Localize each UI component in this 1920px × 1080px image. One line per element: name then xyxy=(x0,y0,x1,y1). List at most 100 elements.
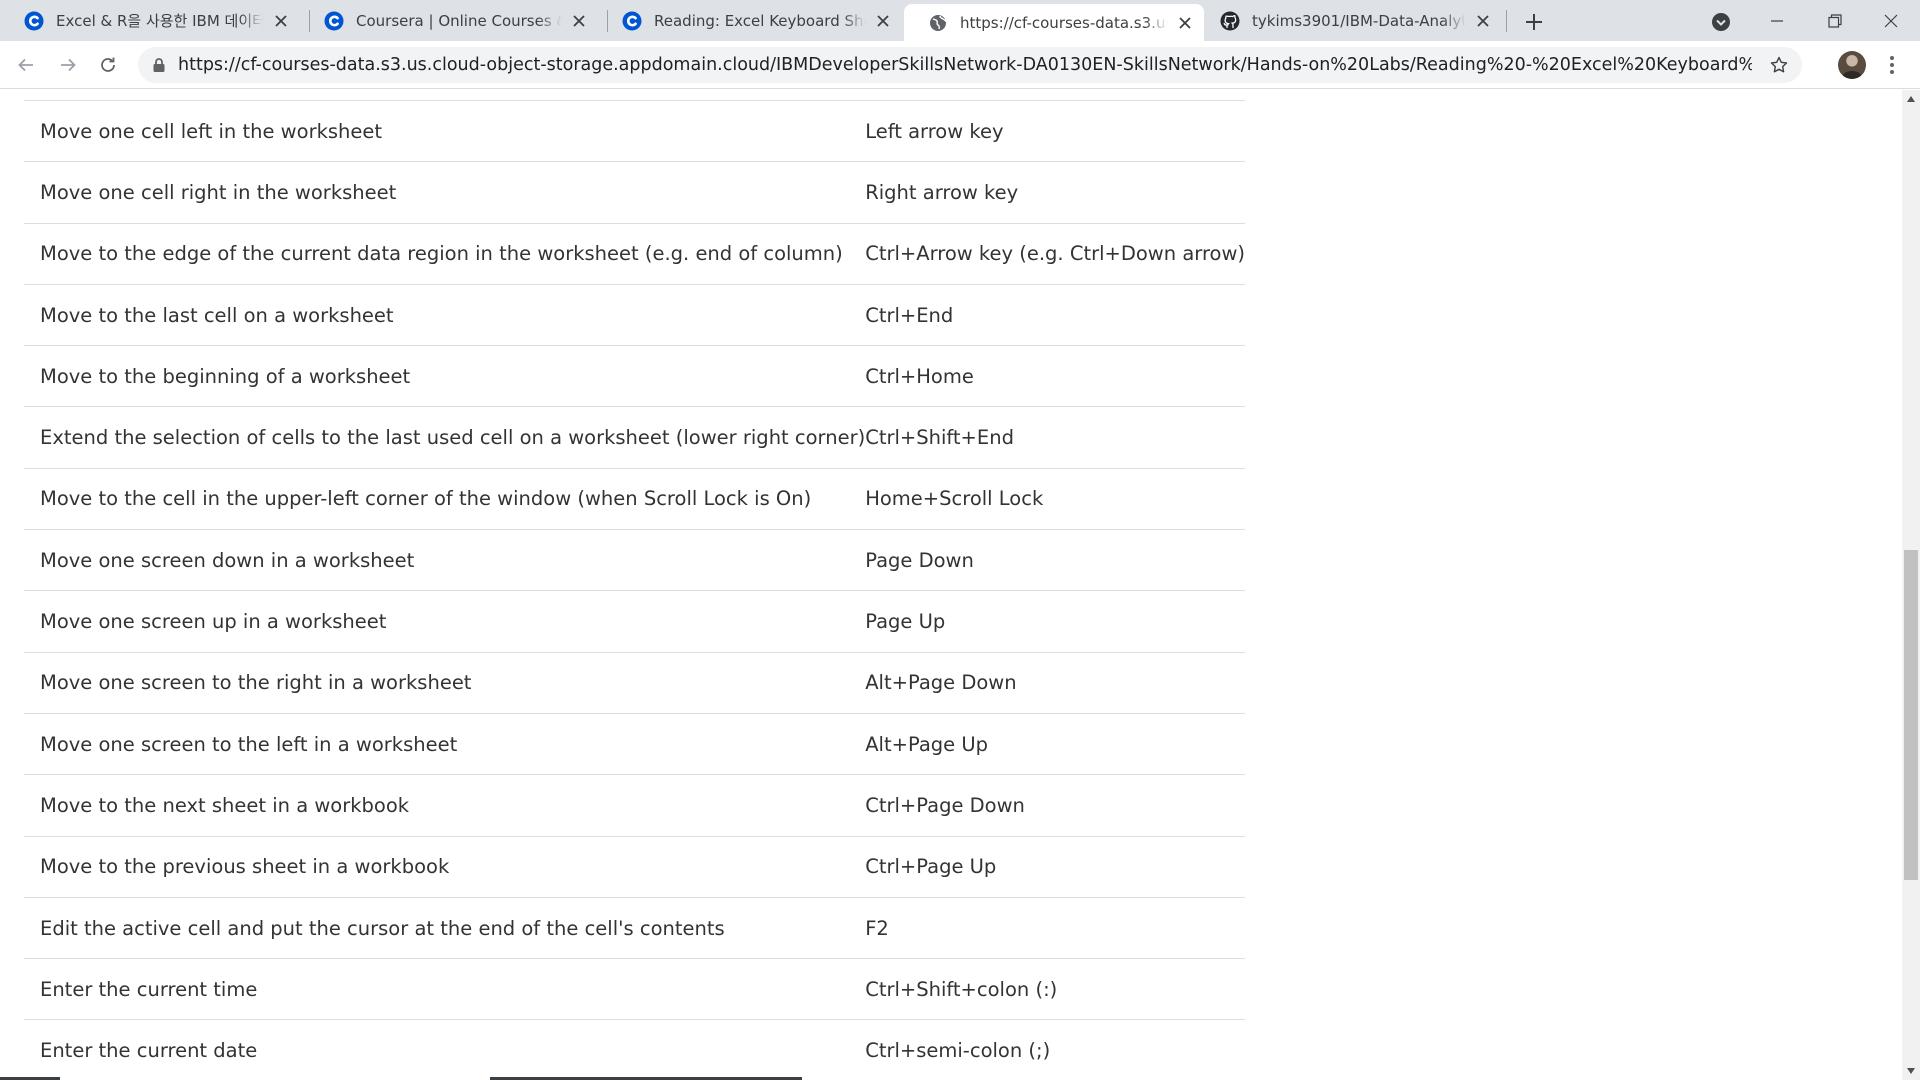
close-icon[interactable] xyxy=(1474,12,1492,30)
scroll-down-button[interactable] xyxy=(1902,1062,1920,1080)
arrow-left-icon xyxy=(18,58,33,72)
scroll-up-button[interactable] xyxy=(1902,90,1920,108)
coursera-icon xyxy=(24,11,44,31)
tab-github-repo[interactable]: tykims3901/IBM-Data-Analytics xyxy=(1196,0,1502,41)
tab-reading-excel-shortcuts[interactable]: Reading: Excel Keyboard Shortcuts xyxy=(598,0,902,41)
table-row: Move one screen down in a worksheet Page … xyxy=(24,529,1246,591)
table-row: Edit the active cell and put the cursor … xyxy=(24,896,1246,959)
shortcut-action: Move one screen to the right in a worksh… xyxy=(24,651,866,714)
table-row: Move one cell left in the worksheet Left … xyxy=(24,99,1246,162)
shortcut-keys: Ctrl+Shift+End xyxy=(865,406,1246,469)
table-row: Enter the current time Ctrl+Shift+colon (… xyxy=(24,958,1246,1020)
shortcut-keys: Alt+Page Down xyxy=(865,651,1246,714)
close-icon xyxy=(1884,14,1898,27)
tab-title: Coursera | Online Courses & Credentials xyxy=(356,11,562,30)
shortcut-keys: Ctrl+End xyxy=(865,283,1246,346)
table-row: Move to the last cell on a worksheet Ctrl… xyxy=(24,283,1246,346)
triangle-up-icon xyxy=(1907,96,1915,102)
shortcut-keys: Ctrl+Page Down xyxy=(865,774,1246,837)
tab-title: https://cf-courses-data.s3.us.cloud-obje… xyxy=(960,13,1168,32)
shortcut-keys: Alt+Page Up xyxy=(865,712,1246,775)
address-bar[interactable]: https://cf-courses-data.s3.us.cloud-obje… xyxy=(138,47,1802,83)
new-tab-button[interactable] xyxy=(1520,8,1548,36)
tab-title: Excel & R을 사용한 IBM 데이터 xyxy=(56,10,264,31)
shortcut-action: Extend the selection of cells to the las… xyxy=(24,406,866,469)
table-row: Move to the beginning of a worksheet Ctrl… xyxy=(24,345,1246,407)
vertical-scrollbar[interactable] xyxy=(1902,90,1920,1080)
globe-icon xyxy=(928,13,948,33)
shortcut-keys: Ctrl+Arrow key (e.g. Ctrl+Down arrow) xyxy=(865,222,1246,285)
page-content: Move one cell left in the worksheet Left … xyxy=(0,90,1902,1080)
shortcut-action: Move to the next sheet in a workbook xyxy=(24,774,866,837)
browser-menu-button[interactable] xyxy=(1880,53,1904,77)
forward-button[interactable] xyxy=(54,51,82,79)
browser-tab-strip: Excel & R을 사용한 IBM 데이터 Coursera | Online… xyxy=(0,0,1920,41)
triangle-down-icon xyxy=(1907,1068,1915,1074)
shortcut-action: Move to the last cell on a worksheet xyxy=(24,283,866,346)
close-window-button[interactable] xyxy=(1862,0,1920,41)
shortcut-action: Move to the beginning of a worksheet xyxy=(24,345,866,407)
tab-coursera[interactable]: Coursera | Online Courses & Credentials xyxy=(300,0,598,41)
shortcut-keys: Home+Scroll Lock xyxy=(865,467,1246,530)
kebab-menu-icon xyxy=(1890,56,1894,60)
close-icon[interactable] xyxy=(874,12,892,30)
profile-avatar[interactable] xyxy=(1838,51,1866,79)
minimize-icon xyxy=(1771,19,1783,22)
shortcut-action: Move one cell right in the worksheet xyxy=(24,161,866,224)
url-text[interactable]: https://cf-courses-data.s3.us.cloud-obje… xyxy=(178,47,1752,83)
shortcut-keys: F2 xyxy=(865,896,1246,959)
minimize-button[interactable] xyxy=(1748,0,1806,41)
table-row: Move to the previous sheet in a workbook… xyxy=(24,835,1246,898)
shortcut-action: Move to the edge of the current data reg… xyxy=(24,222,866,285)
table-row: Move one screen to the right in a worksh… xyxy=(24,651,1246,714)
lock-icon xyxy=(153,58,165,72)
shortcuts-table: Move one cell left in the worksheet Left … xyxy=(24,99,1246,1080)
shortcut-action: Enter the current date xyxy=(24,1019,866,1080)
shortcut-action: Move to the previous sheet in a workbook xyxy=(24,835,866,898)
table-row: Move to the cell in the upper-left corne… xyxy=(24,467,1246,530)
shortcut-keys: Ctrl+Home xyxy=(865,345,1246,407)
browser-toolbar: https://cf-courses-data.s3.us.cloud-obje… xyxy=(0,41,1920,89)
tab-cf-courses-data[interactable]: https://cf-courses-data.s3.us.cloud-obje… xyxy=(904,4,1204,41)
restore-icon xyxy=(1828,13,1842,28)
scrollbar-thumb[interactable] xyxy=(1904,550,1918,880)
chevron-down-icon xyxy=(1712,13,1730,31)
tab-search-button[interactable] xyxy=(1708,9,1734,35)
close-icon[interactable] xyxy=(570,12,588,30)
table-row: Move one screen up in a worksheet Page Up xyxy=(24,590,1246,653)
restore-button[interactable] xyxy=(1806,0,1864,41)
tab-title: Reading: Excel Keyboard Shortcuts xyxy=(654,11,866,30)
shortcut-action: Move one screen up in a worksheet xyxy=(24,590,866,653)
table-row: Move to the edge of the current data reg… xyxy=(24,222,1246,285)
shortcut-keys: Right arrow key xyxy=(865,161,1246,224)
shortcut-action: Move one cell left in the worksheet xyxy=(24,99,866,162)
shortcut-action: Enter the current time xyxy=(24,958,866,1020)
shortcut-keys: Ctrl+semi-colon (;) xyxy=(865,1019,1246,1080)
tab-excel-r-ibm[interactable]: Excel & R을 사용한 IBM 데이터 xyxy=(0,0,300,41)
table-row: Move to the next sheet in a workbook Ctrl… xyxy=(24,774,1246,837)
reload-icon xyxy=(101,57,115,72)
table-row: Move one screen to the left in a workshe… xyxy=(24,712,1246,775)
back-button[interactable] xyxy=(12,51,40,79)
shortcut-keys: Left arrow key xyxy=(865,99,1246,162)
shortcut-action: Move one screen to the left in a workshe… xyxy=(24,712,866,775)
table-row: Enter the current date Ctrl+semi-colon (;… xyxy=(24,1019,1246,1080)
table-row: Move one cell right in the worksheet Righ… xyxy=(24,161,1246,224)
shortcut-action: Move to the cell in the upper-left corne… xyxy=(24,467,866,530)
reload-button[interactable] xyxy=(94,51,122,79)
close-icon[interactable] xyxy=(1176,14,1194,32)
coursera-icon xyxy=(622,11,642,31)
shortcut-keys: Page Up xyxy=(865,590,1246,653)
shortcut-action: Edit the active cell and put the cursor … xyxy=(24,896,866,959)
shortcut-action: Move one screen down in a worksheet xyxy=(24,529,866,591)
coursera-icon xyxy=(324,11,344,31)
close-icon[interactable] xyxy=(272,12,290,30)
shortcut-keys: Page Down xyxy=(865,529,1246,591)
tab-separator xyxy=(1506,10,1507,32)
bookmark-star-button[interactable] xyxy=(1768,54,1790,76)
shortcut-keys: Ctrl+Shift+colon (:) xyxy=(865,958,1246,1020)
arrow-right-icon xyxy=(61,58,76,72)
star-icon xyxy=(1770,56,1788,73)
shortcut-keys: Ctrl+Page Up xyxy=(865,835,1246,898)
github-icon xyxy=(1220,11,1240,31)
